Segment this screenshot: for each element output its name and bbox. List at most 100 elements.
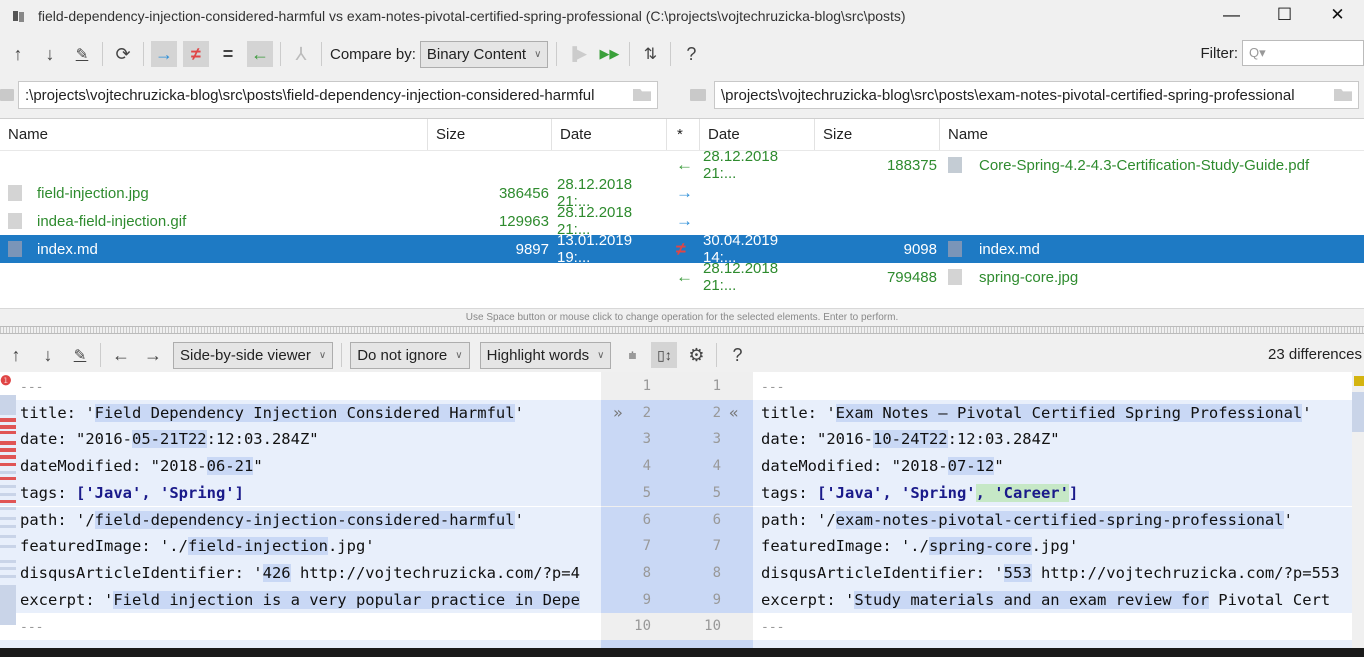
- separator: [321, 42, 322, 66]
- copy-left-arrow-icon[interactable]: ←: [676, 267, 693, 287]
- right-path-row: \projects\vojtechruzicka-blog\src\posts\…: [690, 80, 1364, 110]
- operation-cell[interactable]: →: [676, 179, 700, 207]
- operation-cell[interactable]: ≠: [676, 235, 700, 263]
- changed-text: 06-21: [206, 457, 254, 476]
- ignore-select[interactable]: Do not ignore ∨: [350, 341, 470, 369]
- not-equal-icon[interactable]: ≠: [676, 239, 686, 260]
- change-marker[interactable]: [0, 507, 16, 510]
- minimize-button[interactable]: —: [1205, 0, 1258, 30]
- copy-left-arrow-icon[interactable]: ←: [676, 155, 693, 175]
- change-marker[interactable]: [0, 585, 16, 625]
- change-marker[interactable]: [0, 395, 16, 415]
- code-text: tags:: [20, 483, 76, 502]
- operation-cell[interactable]: ←: [676, 263, 700, 291]
- open-folder-icon[interactable]: [633, 89, 651, 101]
- refresh-button[interactable]: ⟳: [110, 41, 136, 67]
- left-file-date: 13.01.2019 19:...: [557, 232, 633, 266]
- change-marker[interactable]: [0, 560, 16, 563]
- change-marker[interactable]: [0, 448, 16, 452]
- change-marker[interactable]: [0, 517, 16, 520]
- settings-button[interactable]: ⚙: [683, 342, 709, 368]
- prev-difference-button[interactable]: ↑: [5, 41, 31, 67]
- file-row[interactable]: ← 28.12.2018 21:... 799488 spring-core.jpg: [0, 260, 1364, 294]
- scroll-thumb[interactable]: [1352, 392, 1364, 432]
- code-line: date: "2016-05-21T22:12:03.284Z": [0, 426, 601, 454]
- collapse-unchanged-button[interactable]: ⩧: [619, 342, 645, 368]
- column-header-right-size[interactable]: Size: [815, 119, 940, 150]
- next-difference-button[interactable]: ↓: [37, 41, 63, 67]
- file-row[interactable]: index.md 9897 13.01.2019 19:... ≠ 30.04.2019…: [0, 232, 1364, 266]
- operation-cell[interactable]: →: [676, 207, 700, 235]
- change-marker[interactable]: [0, 431, 16, 434]
- copy-right-arrow-icon[interactable]: →: [676, 211, 693, 231]
- synchronize-selected-button[interactable]: ▐▶: [564, 41, 590, 67]
- column-header-operation[interactable]: *: [667, 119, 700, 150]
- compare-by-select[interactable]: Binary Content ∨: [419, 40, 549, 68]
- left-path-input[interactable]: :\projects\vojtechruzicka-blog\src\posts…: [18, 81, 658, 109]
- change-marker[interactable]: [0, 535, 16, 538]
- column-header-right-date[interactable]: Date: [700, 119, 815, 150]
- maximize-button[interactable]: ☐: [1258, 0, 1311, 30]
- viewer-select[interactable]: Side-by-side viewer ∨: [173, 341, 334, 369]
- merge-button[interactable]: ⅄: [288, 41, 314, 67]
- diff-prev-button[interactable]: ↑: [3, 342, 29, 368]
- change-marker[interactable]: [0, 575, 16, 578]
- edit-button[interactable]: ✎: [69, 41, 95, 67]
- right-editor[interactable]: --- title: 'Exam Notes – Pivotal Certifie…: [753, 372, 1352, 657]
- change-marker[interactable]: [0, 463, 16, 466]
- column-header-left-name[interactable]: Name: [0, 119, 428, 150]
- change-marker[interactable]: [0, 418, 16, 422]
- copy-right-arrow-icon[interactable]: →: [676, 183, 693, 203]
- left-error-stripe[interactable]: ❶: [0, 373, 16, 630]
- apply-right-icon[interactable]: »: [613, 400, 623, 427]
- file-row[interactable]: ← 28.12.2018 21:... 188375 Core-Spring-4.2-…: [0, 148, 1364, 182]
- change-marker[interactable]: [0, 545, 16, 548]
- code-text: ---: [761, 620, 785, 636]
- change-marker[interactable]: [0, 485, 16, 488]
- change-marker[interactable]: [0, 425, 16, 429]
- synchronize-all-button[interactable]: ▶▶: [596, 41, 622, 67]
- show-new-left-toggle[interactable]: →: [151, 41, 177, 67]
- change-marker[interactable]: [0, 567, 16, 570]
- arrow-up-icon: ↑: [13, 43, 23, 64]
- arrow-right-icon: →: [155, 43, 173, 64]
- file-row[interactable]: field-injection.jpg 386456 28.12.2018 21:.…: [0, 176, 1364, 210]
- right-path-input[interactable]: \projects\vojtechruzicka-blog\src\posts\…: [714, 81, 1359, 109]
- column-header-left-size[interactable]: Size: [428, 119, 552, 150]
- change-marker[interactable]: [0, 493, 16, 496]
- change-marker[interactable]: [0, 455, 16, 459]
- diff-edit-button[interactable]: ✎: [67, 342, 93, 368]
- column-header-right-name[interactable]: Name: [940, 119, 1364, 150]
- next-file-button[interactable]: →: [140, 342, 166, 368]
- close-button[interactable]: ✕: [1311, 0, 1364, 30]
- operation-cell[interactable]: ←: [676, 151, 700, 179]
- left-file-size: 129963: [498, 212, 549, 230]
- help-button[interactable]: ?: [678, 41, 704, 67]
- change-marker[interactable]: [0, 477, 16, 480]
- sync-scroll-toggle[interactable]: ▯↕: [651, 342, 678, 368]
- apply-left-icon[interactable]: «: [729, 400, 739, 427]
- diff-help-button[interactable]: ?: [724, 342, 750, 368]
- collapse-icon: ⩧: [628, 346, 637, 363]
- change-marker[interactable]: [0, 525, 16, 528]
- filter-input[interactable]: Q▾: [1242, 40, 1364, 66]
- right-scrollbar[interactable]: [1352, 372, 1364, 657]
- show-new-right-toggle[interactable]: ←: [247, 41, 273, 67]
- show-equal-toggle[interactable]: =: [215, 41, 241, 67]
- change-marker[interactable]: [0, 500, 16, 503]
- prev-file-button[interactable]: ←: [108, 342, 134, 368]
- viewer-value: Side-by-side viewer: [180, 346, 311, 364]
- column-header-left-date[interactable]: Date: [552, 119, 667, 150]
- highlight-select[interactable]: Highlight words ∨: [479, 341, 612, 369]
- show-different-toggle[interactable]: ≠: [183, 41, 209, 67]
- change-marker[interactable]: [0, 471, 16, 474]
- panel-splitter[interactable]: [0, 326, 1364, 334]
- left-editor[interactable]: --- title: 'Field Dependency Injection Co…: [0, 372, 601, 657]
- changed-text: exam-notes-pivotal-certified-spring-prof…: [835, 510, 1284, 529]
- swap-sides-button[interactable]: ⇅: [637, 41, 663, 67]
- open-folder-icon[interactable]: [1334, 89, 1352, 101]
- right-line-number: 5: [712, 484, 721, 501]
- change-marker[interactable]: [0, 441, 16, 445]
- file-row[interactable]: indea-field-injection.gif 129963 28.12.201…: [0, 204, 1364, 238]
- diff-next-button[interactable]: ↓: [35, 342, 61, 368]
